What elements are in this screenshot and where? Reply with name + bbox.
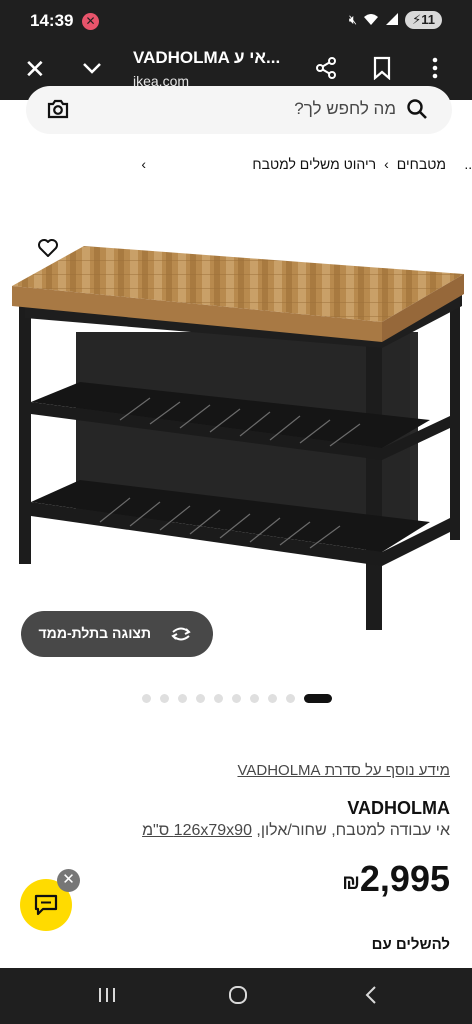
carousel-dots [142, 694, 332, 703]
carousel-dot[interactable] [196, 694, 205, 703]
breadcrumb-item-kitchen-furniture[interactable]: ריהוט משלים למטבח [252, 156, 376, 172]
carousel-dot-active[interactable] [304, 694, 332, 703]
breadcrumb-separator: › [141, 156, 146, 172]
status-icons: 🔇︎ ⚡11 [349, 11, 442, 29]
signal-icon [385, 12, 399, 29]
mute-icon: 🔇︎ [348, 12, 358, 27]
status-time: 14:39 [30, 11, 74, 30]
favorite-heart-icon[interactable] [37, 238, 59, 263]
view-3d-label: תצוגה בתלת-ממד [38, 625, 152, 641]
close-icon[interactable]: ✕ [24, 56, 46, 82]
back-icon[interactable] [362, 985, 380, 1010]
battery-indicator: ⚡11 [405, 11, 442, 29]
home-icon[interactable] [228, 985, 248, 1010]
carousel-dot[interactable] [142, 694, 151, 703]
carousel-dot[interactable] [250, 694, 259, 703]
more-menu-icon[interactable] [426, 56, 444, 85]
product-description: אי עבודה למטבח, שחור/אלון, 126x79x90 ס"מ [142, 822, 450, 840]
breadcrumb-separator: › [384, 156, 389, 172]
chat-close-icon[interactable]: ✕ [57, 869, 80, 892]
share-icon[interactable] [314, 56, 338, 85]
product-price: ₪2,995 [342, 858, 450, 900]
complete-with-heading: להשלים עם [371, 936, 450, 953]
carousel-dot[interactable] [268, 694, 277, 703]
chat-icon [34, 894, 58, 921]
page-title: VADHOLMA אי ע... [133, 48, 281, 67]
recent-apps-icon[interactable] [96, 985, 118, 1010]
breadcrumb-ellipsis[interactable]: ... [464, 156, 472, 172]
product-image[interactable] [10, 240, 472, 635]
wifi-icon [363, 12, 379, 29]
product-name: VADHOLMA [347, 798, 450, 818]
camera-icon[interactable] [46, 98, 70, 125]
carousel-dot[interactable] [160, 694, 169, 703]
carousel-dot[interactable] [178, 694, 187, 703]
price-value: 2,995 [359, 858, 450, 899]
carousel-dot[interactable] [214, 694, 223, 703]
view-3d-button[interactable]: תצוגה בתלת-ממד [21, 611, 213, 657]
carousel-dot[interactable] [232, 694, 241, 703]
series-info-link[interactable]: מידע נוסף על סדרת VADHOLMA [237, 762, 450, 779]
breadcrumb: מטבחים › ריהוט משלים למטבח › ... [141, 156, 472, 172]
product-description-text: אי עבודה למטבח, שחור/אלון, [256, 822, 450, 839]
chevron-down-icon[interactable] [80, 56, 104, 85]
carousel-dot[interactable] [286, 694, 295, 703]
bookmark-icon[interactable] [371, 56, 393, 85]
notification-icon: ✕ [82, 13, 99, 30]
breadcrumb-item-kitchens[interactable]: מטבחים [397, 156, 446, 172]
status-bar: 14:39 ✕ 🔇︎ ⚡11 [0, 0, 472, 44]
system-nav-bar [0, 968, 472, 1024]
search-placeholder: מה לחפש לך? [294, 99, 396, 118]
rotate-3d-icon [169, 623, 193, 648]
search-input[interactable]: מה לחפש לך? [26, 86, 452, 134]
product-dimensions-link[interactable]: 126x79x90 ס"מ [142, 822, 252, 839]
search-icon[interactable] [406, 98, 428, 125]
currency-symbol: ₪ [342, 872, 360, 894]
